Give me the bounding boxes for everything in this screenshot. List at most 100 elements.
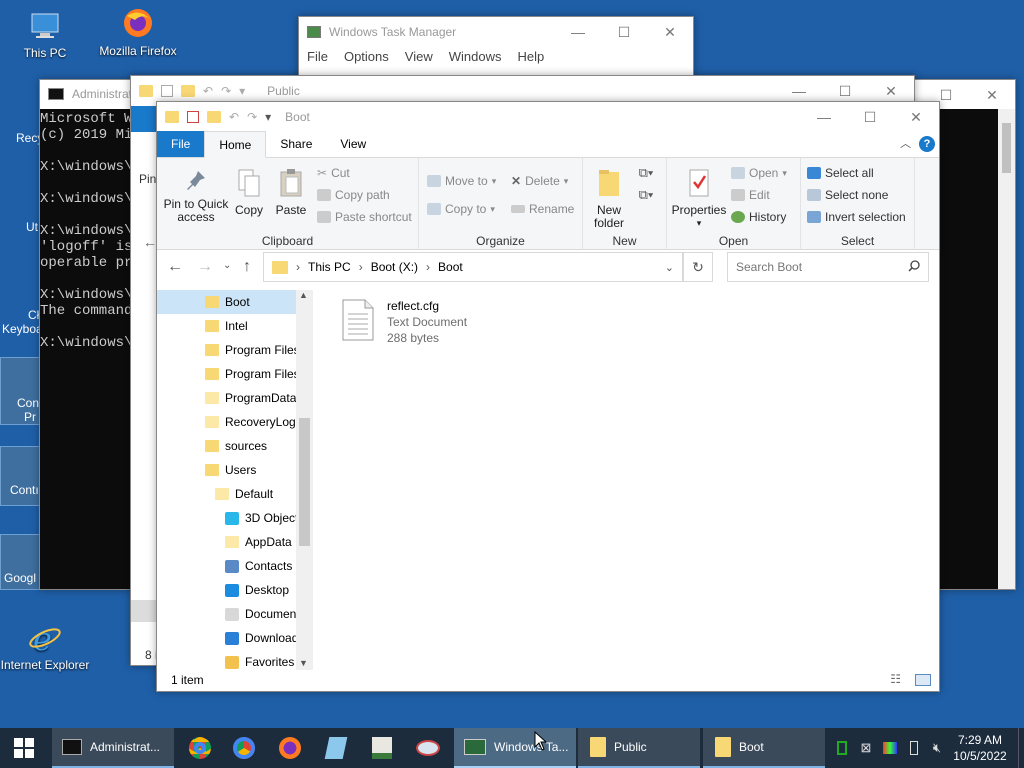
taskbar-item-boot[interactable]: Boot [703,728,825,768]
taskbar-chrome-2[interactable] [222,728,266,768]
taskbar-chrome[interactable] [178,728,222,768]
up-button[interactable]: ↑ [243,258,251,276]
recent-locations-button[interactable]: ⌄ [223,260,231,271]
tree-item[interactable]: ProgramData [157,386,297,410]
tree-item[interactable]: AppData [157,530,297,554]
minimize-button[interactable]: — [801,102,847,132]
minimize-button[interactable]: — [555,17,601,47]
taskbar-app[interactable] [360,728,404,768]
invert-selection-button[interactable]: Invert selection [807,210,906,224]
tab-share[interactable]: Share [266,131,326,157]
tree-item[interactable]: Intel [157,314,297,338]
collapse-ribbon-icon[interactable]: ︿ [900,131,919,157]
tree-item[interactable]: Desktop [157,578,297,602]
desktop-icon-internet-explorer[interactable]: e Internet Explorer [0,620,90,672]
properties-button[interactable]: Properties ▾ [671,168,727,230]
large-icons-view-button[interactable] [915,674,931,686]
breadcrumb-boot[interactable]: Boot [438,260,463,274]
copy-button[interactable]: Copy [229,168,269,217]
tree-scrollbar[interactable]: ▲ ▼ [296,290,313,670]
help-icon[interactable]: ? [919,136,935,152]
tree-item[interactable]: Favorites [157,650,297,670]
scroll-up-icon[interactable]: ▲ [299,290,308,300]
taskbar-item-cmd[interactable]: Administrat... [52,728,174,768]
breadcrumb-boot-drive[interactable]: Boot (X:) [371,260,418,274]
customize-toolbar-icon[interactable]: ▾ [265,110,271,124]
menu-view[interactable]: View [405,49,433,64]
history-button[interactable]: History [731,210,786,224]
explorer-window[interactable]: ↶ ↷ ▾ Boot — ☐ ✕ File Home Share View ︿ … [156,101,940,692]
scrollbar-thumb[interactable] [1002,123,1011,173]
taskbar-item-task-manager[interactable]: Windows Ta... [454,728,576,768]
pin-to-quick-access-button[interactable]: Pin to Quick access [163,168,229,224]
cut-button[interactable]: ✂ Cut [317,166,350,180]
open-button[interactable]: Open ▾ [731,166,787,180]
taskbar-app[interactable] [406,728,450,768]
select-all-button[interactable]: Select all [807,166,874,180]
taskbar-app[interactable] [314,728,358,768]
breadcrumb-this-pc[interactable]: This PC [308,260,351,274]
new-item-button[interactable]: ⧉▾ [633,166,659,179]
menu-file[interactable]: File [307,49,328,64]
refresh-button[interactable]: ↻ [683,252,713,282]
desktop-icon-this-pc[interactable]: This PC [0,8,90,60]
file-item[interactable]: reflect.cfg Text Document 288 bytes [341,298,467,346]
copy-path-button[interactable]: Copy path [317,188,390,202]
move-to-button[interactable]: Move to ▾ [427,174,496,188]
scrollbar-thumb[interactable] [299,418,310,546]
tree-item[interactable]: Boot [157,290,297,314]
desktop-icon-firefox[interactable]: Mozilla Firefox [93,6,183,58]
tray-icon[interactable] [904,728,924,768]
tree-item[interactable]: Program Files [157,362,297,386]
edit-button[interactable]: Edit [731,188,770,202]
search-input[interactable]: Search Boot [736,260,908,274]
address-bar[interactable]: › This PC › Boot (X:) › Boot ⌄ [263,252,683,282]
desktop-label-partial[interactable]: Cł [28,308,39,322]
navigation-pane[interactable]: Boot Intel Program Files Program Files Progr… [157,290,313,670]
easy-access-button[interactable]: ⧉▾ [633,188,659,201]
tree-item[interactable]: Program Files [157,338,297,362]
new-folder-button[interactable]: New folder [587,168,631,230]
tab-file[interactable]: File [157,131,205,157]
volume-button[interactable]: 🔇︎ [926,728,948,768]
menu-options[interactable]: Options [344,49,389,64]
tab-view[interactable]: View [326,131,380,157]
new-folder-icon[interactable] [207,111,221,123]
tree-item[interactable]: Contacts [157,554,297,578]
maximize-button[interactable]: ☐ [847,102,893,132]
tree-item[interactable]: Downloads [157,626,297,650]
cmd-scrollbar[interactable] [998,109,1015,589]
tray-icon[interactable] [832,728,852,768]
undo-icon[interactable]: ↶ [229,110,239,124]
tree-item[interactable]: Documents [157,602,297,626]
tree-item[interactable]: 3D Objects [157,506,297,530]
scroll-down-icon[interactable]: ▼ [299,658,308,668]
taskbar-item-public[interactable]: Public [578,728,700,768]
tray-icon[interactable]: ⊠ [856,728,876,768]
file-list[interactable]: reflect.cfg Text Document 288 bytes [317,290,939,670]
tree-item[interactable]: Default [157,482,297,506]
paste-shortcut-button[interactable]: Paste shortcut [317,210,412,224]
close-button[interactable]: ✕ [647,17,693,47]
tab-home[interactable]: Home [204,131,267,158]
paste-button[interactable]: Paste [271,168,311,217]
show-desktop-button[interactable] [1018,728,1024,768]
delete-button[interactable]: ✕ Delete ▾ [511,174,568,188]
desktop-label-partial[interactable]: Keyboa [2,322,43,336]
details-view-button[interactable]: ☷ [890,672,901,686]
search-box[interactable]: Search Boot [727,252,929,282]
taskbar-firefox[interactable] [268,728,312,768]
properties-icon[interactable] [187,111,199,123]
tree-item[interactable]: sources [157,434,297,458]
menu-windows[interactable]: Windows [449,49,502,64]
tree-item[interactable]: RecoveryLogs [157,410,297,434]
select-none-button[interactable]: Select none [807,188,888,202]
clock[interactable]: 7:29 AM 10/5/2022 [950,728,1010,768]
back-button[interactable]: ← [167,258,183,276]
maximize-button[interactable]: ☐ [601,17,647,47]
tray-icon[interactable] [880,728,900,768]
desktop-icon-selected[interactable] [0,446,40,506]
forward-button[interactable]: → [197,258,213,276]
close-button[interactable]: ✕ [893,102,939,132]
tree-item[interactable]: Users [157,458,297,482]
